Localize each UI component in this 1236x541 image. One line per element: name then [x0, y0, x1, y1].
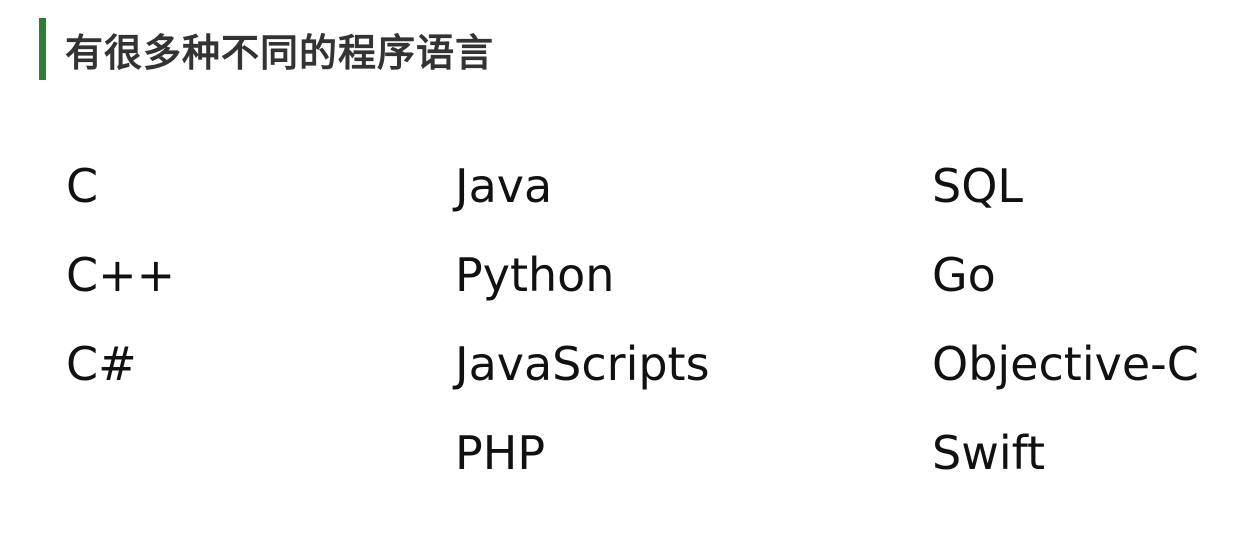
language-item: Objective-C — [932, 337, 1199, 391]
language-item: Python — [455, 248, 615, 302]
language-item: C++ — [66, 248, 176, 302]
slide-header: 有很多种不同的程序语言 — [39, 18, 494, 80]
language-item: PHP — [455, 426, 546, 480]
language-column-2: Java Python JavaScripts PHP — [455, 152, 710, 508]
language-item: C — [66, 159, 99, 213]
language-item: C# — [66, 337, 137, 391]
language-item: JavaScripts — [455, 337, 710, 391]
language-item: Java — [455, 159, 553, 213]
language-column-1: C C++ C# — [66, 152, 175, 419]
language-item: Go — [932, 248, 996, 302]
language-item: Swift — [932, 426, 1046, 480]
slide-title: 有很多种不同的程序语言 — [65, 30, 495, 75]
language-item: SQL — [932, 159, 1024, 213]
title-accent-bar — [39, 18, 46, 80]
language-column-3: SQL Go Objective-C Swift — [932, 152, 1199, 508]
